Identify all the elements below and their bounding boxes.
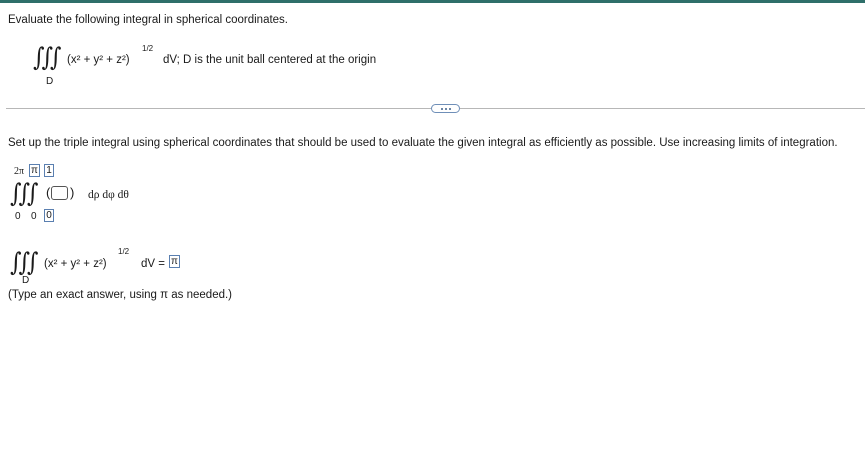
setup-instructions: Set up the triple integral using spheric…: [8, 137, 838, 149]
upper-limit-theta: 2π: [14, 166, 25, 177]
result-equals: dV =: [141, 258, 165, 270]
given-exponent: 1/2: [142, 44, 154, 53]
given-integrand: (x² + y² + z²): [67, 54, 130, 66]
given-tail-text: dV; D is the unit ball centered at the o…: [163, 54, 377, 66]
accent-top-bar: [0, 0, 865, 3]
upper-limit-rho-box[interactable]: 1: [44, 164, 54, 177]
differentials-label: dρ dφ dθ: [88, 189, 129, 201]
integrand-input-box[interactable]: [51, 186, 68, 200]
show-more-button[interactable]: [431, 104, 460, 113]
ellipsis-icon: [440, 107, 443, 110]
result-integrand: (x² + y² + z²): [44, 258, 107, 270]
result-region-label: D: [22, 275, 30, 286]
lower-limit-phi: 0: [31, 211, 37, 222]
lower-limit-theta: 0: [15, 211, 21, 222]
result-answer-box[interactable]: π: [169, 255, 180, 268]
given-region-label: D: [46, 76, 54, 87]
lower-limit-rho-box[interactable]: 0: [44, 209, 54, 222]
triple-integral-symbol: ∫∫∫: [33, 43, 61, 73]
result-triple-integral-symbol: ∫∫∫: [10, 248, 38, 278]
upper-limit-phi-box[interactable]: π: [29, 164, 40, 177]
result-exponent: 1/2: [118, 247, 130, 256]
close-paren: ): [70, 185, 75, 200]
problem-prompt: Evaluate the following integral in spher…: [8, 14, 288, 26]
answer-hint: (Type an exact answer, using π as needed…: [8, 289, 233, 301]
open-paren: (: [46, 185, 51, 200]
setup-triple-integral-symbol: ∫∫∫: [10, 179, 38, 209]
